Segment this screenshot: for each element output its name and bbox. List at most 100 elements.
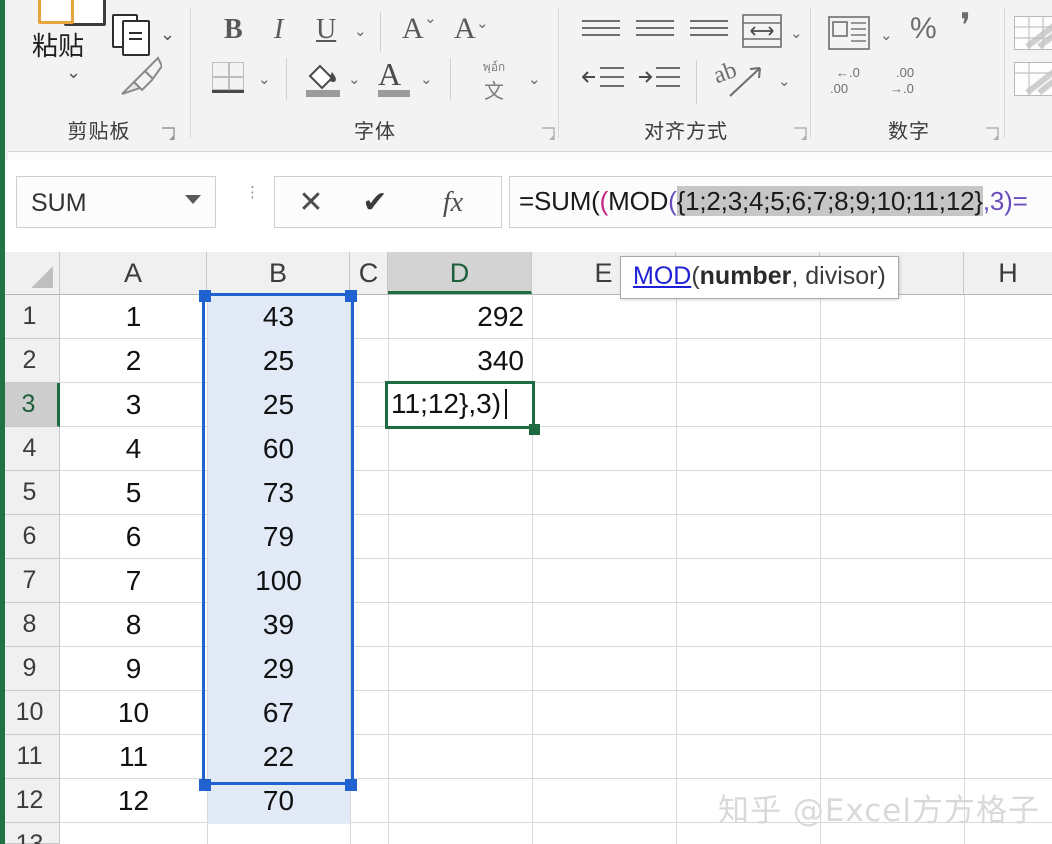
wrap-text-icon[interactable] bbox=[742, 14, 782, 48]
chevron-down-icon-merge[interactable]: ⌄ bbox=[790, 24, 803, 42]
chevron-down-icon-orientation[interactable]: ⌄ bbox=[778, 72, 791, 90]
cell-A11[interactable]: 11 bbox=[60, 735, 207, 779]
cell-B4[interactable]: 60 bbox=[207, 427, 350, 471]
cell-B3[interactable]: 25 bbox=[207, 383, 350, 427]
cell-styles-icon[interactable] bbox=[1014, 62, 1052, 96]
chevron-down-icon-phonetic[interactable]: ⌄ bbox=[528, 70, 541, 88]
italic-button[interactable]: I bbox=[274, 14, 283, 46]
accounting-format-icon[interactable] bbox=[828, 16, 870, 50]
row-header-13[interactable]: 13 bbox=[0, 823, 60, 844]
chevron-down-icon-accounting[interactable]: ⌄ bbox=[880, 26, 893, 44]
name-box[interactable]: SUM bbox=[16, 176, 216, 228]
cell-D2[interactable]: 340 bbox=[388, 339, 532, 383]
align-middle-button[interactable] bbox=[636, 20, 674, 41]
row-header-12[interactable]: 12 bbox=[0, 779, 60, 823]
cell-B9[interactable]: 29 bbox=[207, 647, 350, 691]
cell-B8[interactable]: 39 bbox=[207, 603, 350, 647]
row-header-10[interactable]: 10 bbox=[0, 691, 60, 735]
cell-A10[interactable]: 10 bbox=[60, 691, 207, 735]
decrease-font-size-button[interactable]: A ⌄ bbox=[454, 12, 489, 46]
row-header-9[interactable]: 9 bbox=[0, 647, 60, 691]
dialog-launcher-icon-alignment[interactable] bbox=[792, 126, 808, 142]
row-header-2[interactable]: 2 bbox=[0, 339, 60, 383]
cell-B2[interactable]: 25 bbox=[207, 339, 350, 383]
cell-B10[interactable]: 67 bbox=[207, 691, 350, 735]
decrease-decimal-button[interactable]: .00 →.0 bbox=[890, 66, 914, 95]
column-header-a[interactable]: A bbox=[60, 252, 207, 294]
row-header-5[interactable]: 5 bbox=[0, 471, 60, 515]
ribbon-under-strip bbox=[0, 152, 1052, 160]
decrease-indent-icon[interactable] bbox=[582, 64, 624, 94]
font-color-button[interactable]: A bbox=[378, 56, 410, 97]
phonetic-guide-button[interactable]: พฺอ์ก 文 bbox=[468, 58, 520, 104]
dialog-launcher-icon-font[interactable] bbox=[540, 126, 556, 142]
cell-B1[interactable]: 43 bbox=[207, 295, 350, 339]
selection-handle-top-left[interactable] bbox=[199, 290, 211, 302]
fill-handle[interactable] bbox=[529, 424, 540, 435]
cell-A4[interactable]: 4 bbox=[60, 427, 207, 471]
increase-decimal-button[interactable]: ←.0 .00 bbox=[830, 66, 860, 95]
chevron-down-icon-borders[interactable]: ⌄ bbox=[258, 70, 271, 88]
worksheet-grid[interactable]: A B C D E H 1 2 3 4 5 6 7 8 9 10 11 12 1… bbox=[0, 252, 1052, 844]
column-header-c[interactable]: C bbox=[350, 252, 388, 294]
comma-style-button[interactable]: ❜ bbox=[960, 6, 971, 46]
cell-B12[interactable]: 70 bbox=[207, 779, 350, 823]
align-bottom-button[interactable] bbox=[690, 20, 728, 41]
enter-formula-button[interactable]: ✔ bbox=[353, 183, 397, 223]
format-as-table-icon[interactable] bbox=[1014, 16, 1052, 50]
chevron-down-icon-copy[interactable]: ⌄ bbox=[160, 24, 175, 45]
underline-button[interactable]: U bbox=[316, 14, 336, 46]
cell-A6[interactable]: 6 bbox=[60, 515, 207, 559]
cell-D1[interactable]: 292 bbox=[388, 295, 532, 339]
row-header-6[interactable]: 6 bbox=[0, 515, 60, 559]
tooltip-function-name[interactable]: MOD bbox=[633, 262, 691, 290]
dialog-launcher-icon-number[interactable] bbox=[984, 126, 1000, 142]
row-header-3[interactable]: 3 bbox=[0, 383, 60, 427]
chevron-down-icon-underline[interactable]: ⌄ bbox=[354, 22, 367, 40]
format-painter-icon[interactable] bbox=[118, 56, 162, 96]
select-all-button[interactable] bbox=[0, 252, 60, 294]
percent-style-button[interactable]: % bbox=[910, 12, 937, 46]
increase-font-size-button[interactable]: A ⌃ bbox=[402, 8, 437, 46]
column-header-d[interactable]: D bbox=[388, 252, 532, 294]
row-header-4[interactable]: 4 bbox=[0, 427, 60, 471]
chevron-down-icon-fontcolor[interactable]: ⌄ bbox=[420, 70, 433, 88]
cancel-formula-button[interactable]: ✕ bbox=[289, 183, 333, 223]
chevron-down-icon[interactable]: ⌄ bbox=[66, 62, 81, 83]
column-header-h[interactable]: H bbox=[964, 252, 1052, 294]
cell-A8[interactable]: 8 bbox=[60, 603, 207, 647]
cell-A5[interactable]: 5 bbox=[60, 471, 207, 515]
selection-handle-bottom-left[interactable] bbox=[199, 779, 211, 791]
fill-color-button[interactable] bbox=[304, 58, 340, 97]
formula-bar-grip[interactable]: ⋮ bbox=[245, 185, 260, 200]
increase-indent-icon[interactable] bbox=[638, 64, 680, 94]
row-header-1[interactable]: 1 bbox=[0, 295, 60, 339]
cell-A7[interactable]: 7 bbox=[60, 559, 207, 603]
cell-B7[interactable]: 100 bbox=[207, 559, 350, 603]
cell-D3-editing[interactable]: 11;12},3) bbox=[385, 381, 535, 429]
cell-A1[interactable]: 1 bbox=[60, 295, 207, 339]
formula-input[interactable]: =SUM((MOD({1;2;3;4;5;6;7;8;9;10;11;12},3… bbox=[509, 176, 1052, 228]
align-top-button[interactable] bbox=[582, 20, 620, 41]
chevron-down-icon-fill[interactable]: ⌄ bbox=[348, 70, 361, 88]
paste-button[interactable]: ❝ 粘贴 ⌄ bbox=[16, 0, 106, 108]
cell-B5[interactable]: 73 bbox=[207, 471, 350, 515]
cell-B11[interactable]: 22 bbox=[207, 735, 350, 779]
orientation-button[interactable]: ab bbox=[710, 57, 761, 97]
row-header-8[interactable]: 8 bbox=[0, 603, 60, 647]
cell-A9[interactable]: 9 bbox=[60, 647, 207, 691]
font-divider-3 bbox=[450, 58, 451, 100]
column-header-b[interactable]: B bbox=[207, 252, 350, 294]
insert-function-button[interactable]: fx bbox=[425, 183, 481, 223]
selection-handle-bottom-right[interactable] bbox=[345, 779, 357, 791]
row-header-7[interactable]: 7 bbox=[0, 559, 60, 603]
cell-B6[interactable]: 79 bbox=[207, 515, 350, 559]
row-header-11[interactable]: 11 bbox=[0, 735, 60, 779]
selection-handle-top-right[interactable] bbox=[345, 290, 357, 302]
chevron-down-icon-namebox[interactable] bbox=[185, 195, 201, 204]
bold-button[interactable]: B bbox=[224, 14, 243, 46]
cell-A12[interactable]: 12 bbox=[60, 779, 207, 823]
cell-A2[interactable]: 2 bbox=[60, 339, 207, 383]
cell-A3[interactable]: 3 bbox=[60, 383, 207, 427]
dialog-launcher-icon-clipboard[interactable] bbox=[160, 126, 176, 142]
